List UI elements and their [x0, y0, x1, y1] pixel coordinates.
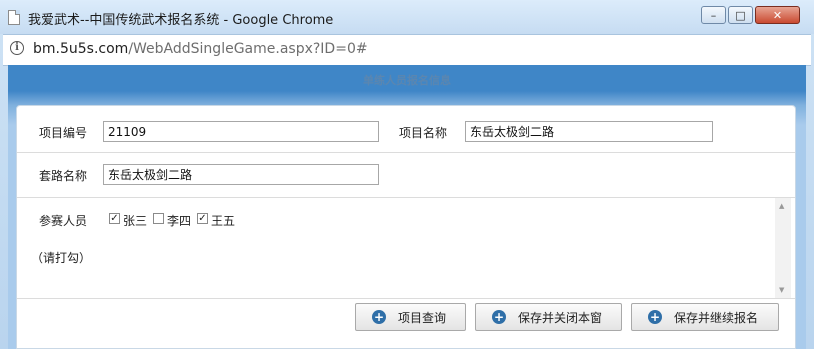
minimize-button[interactable]: – [701, 6, 726, 24]
close-icon: ✕ [772, 8, 783, 22]
minimize-icon: – [710, 8, 717, 22]
routine-label: 套路名称 [39, 169, 88, 183]
participants-label: 参赛人员 [39, 214, 88, 228]
project-no-label: 项目编号 [39, 126, 88, 140]
participants-area: 参赛人员 ✓ 张三 李四 ✓ 王五 （请打勾） [17, 198, 781, 298]
routine-field[interactable] [103, 164, 379, 185]
participant-name: 张三 [123, 214, 148, 228]
url-path: /WebAddSingleGame.aspx?ID=0# [128, 41, 368, 57]
button-label: 保存并继续报名 [674, 310, 759, 325]
participant-name: 李四 [167, 214, 192, 228]
participant-checkbox-lisi[interactable] [153, 213, 164, 224]
participants-scrollbar[interactable]: ▲ ▼ [775, 198, 791, 298]
page-content: 单练人员报名信息 项目编号 项目名称 套路名称 参赛人员 ✓ 张三 李四 ✓ 王… [8, 65, 806, 349]
close-button[interactable]: ✕ [755, 6, 800, 24]
divider [17, 298, 795, 299]
button-label: 项目查询 [398, 310, 447, 325]
button-label: 保存并关闭本窗 [518, 310, 603, 325]
window-title: 我爱武术--中国传统武术报名系统 - Google Chrome [28, 13, 334, 28]
project-name-label: 项目名称 [399, 126, 448, 140]
scroll-down-icon[interactable]: ▼ [779, 286, 784, 294]
query-project-button[interactable]: + 项目查询 [355, 303, 466, 331]
project-no-field[interactable] [103, 121, 379, 142]
save-continue-button[interactable]: + 保存并继续报名 [631, 303, 779, 331]
plus-circle-icon: + [372, 310, 386, 324]
maximize-icon: □ [735, 8, 746, 22]
save-close-button[interactable]: + 保存并关闭本窗 [475, 303, 622, 331]
plus-circle-icon: + [492, 310, 506, 324]
participant-name: 王五 [211, 214, 236, 228]
scroll-up-icon[interactable]: ▲ [779, 202, 784, 210]
participant-checkbox-wangwu[interactable]: ✓ [197, 213, 208, 224]
address-bar[interactable]: i bm.5u5s.com/WebAddSingleGame.aspx?ID=0… [3, 34, 811, 66]
page-document-icon [8, 10, 20, 25]
project-name-field[interactable] [465, 121, 713, 142]
check-hint: （请打勾） [31, 251, 92, 265]
participant-checkbox-zhangsan[interactable]: ✓ [109, 213, 120, 224]
maximize-button[interactable]: □ [728, 6, 753, 24]
browser-window: 我爱武术--中国传统武术报名系统 - Google Chrome – □ ✕ i… [0, 0, 814, 349]
divider [17, 152, 795, 153]
info-icon[interactable]: i [10, 41, 24, 55]
plus-circle-icon: + [648, 310, 662, 324]
url-host: bm.5u5s.com [33, 41, 129, 57]
title-bar: 我爱武术--中国传统武术报名系统 - Google Chrome – □ ✕ [0, 0, 814, 34]
url-text[interactable]: bm.5u5s.com/WebAddSingleGame.aspx?ID=0# [33, 41, 368, 57]
page-header: 单练人员报名信息 [363, 74, 451, 87]
